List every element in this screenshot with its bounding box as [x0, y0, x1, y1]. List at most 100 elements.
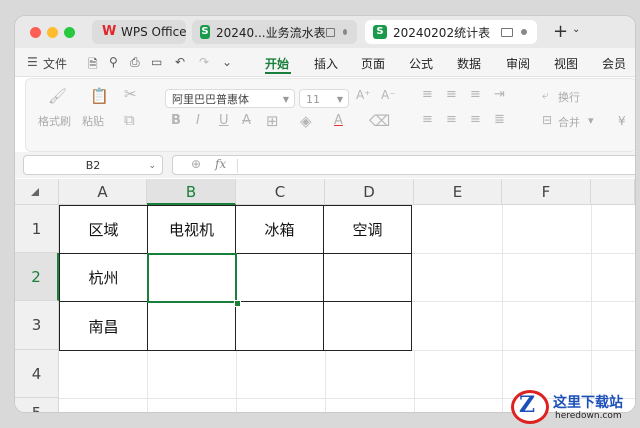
row-header-1[interactable]: 1: [15, 205, 59, 253]
font-name-value: 阿里巴巴普惠体: [172, 93, 249, 106]
strikethrough-icon[interactable]: A: [242, 113, 251, 128]
font-name-select[interactable]: 阿里巴巴普惠体 ▼: [165, 89, 295, 108]
link-icon[interactable]: ⚲: [109, 55, 118, 69]
name-box[interactable]: B2 ⌄: [23, 155, 163, 175]
close-window-button[interactable]: [30, 27, 41, 38]
cell-c3[interactable]: [235, 301, 324, 351]
cell-b3[interactable]: [147, 301, 236, 351]
wrap-text-icon[interactable]: ⤶: [542, 88, 549, 103]
new-tab-plus-icon[interactable]: +: [553, 21, 568, 42]
align-top-icon[interactable]: ≡: [422, 87, 433, 102]
zoom-icon[interactable]: ⊕: [191, 157, 201, 171]
column-header-e[interactable]: E: [414, 179, 502, 205]
indent-icon[interactable]: ⇥: [494, 87, 505, 102]
hamburger-icon[interactable]: ☰: [27, 55, 38, 69]
chevron-down-icon[interactable]: ⌄: [222, 55, 232, 69]
column-header-b[interactable]: B: [147, 179, 236, 205]
row-header-2[interactable]: 2: [15, 253, 59, 301]
menu-file[interactable]: 文件: [43, 55, 67, 72]
monitor-icon[interactable]: [325, 27, 335, 37]
undo-icon[interactable]: ↶: [175, 55, 185, 69]
chevron-down-icon: ⌄: [148, 161, 156, 171]
print-preview-icon[interactable]: ⎙: [130, 55, 140, 70]
menu-page[interactable]: 页面: [361, 55, 385, 72]
cell-a1[interactable]: 区域: [59, 205, 148, 254]
tab-statistics[interactable]: S 20240202统计表: [365, 20, 537, 44]
align-left-icon[interactable]: ≡: [422, 112, 433, 127]
column-header-a[interactable]: A: [59, 179, 147, 205]
redo-icon[interactable]: ↷: [199, 55, 209, 69]
menu-view[interactable]: 视图: [554, 55, 578, 72]
font-size-select[interactable]: 11 ▼: [299, 89, 349, 108]
cell-d2[interactable]: [323, 253, 412, 302]
align-right-icon[interactable]: ≡: [470, 112, 481, 127]
spreadsheet-grid[interactable]: A B C D E F 1 2 3 4 5 区域 电视机 冰箱 空调 杭: [15, 179, 635, 412]
formula-divider: [237, 159, 238, 173]
column-header-d[interactable]: D: [325, 179, 414, 205]
save-icon[interactable]: 🗎: [88, 55, 98, 76]
chevron-down-icon[interactable]: ⌄: [572, 24, 580, 35]
row-header-5[interactable]: 5: [15, 398, 59, 412]
font-color-icon[interactable]: A: [334, 113, 343, 128]
zoom-window-button[interactable]: [64, 27, 75, 38]
merge-cells-label[interactable]: 合并: [558, 114, 580, 130]
copy-icon[interactable]: ⧉: [124, 111, 135, 129]
align-center-icon[interactable]: ≡: [446, 112, 457, 127]
formula-input[interactable]: ⊕ fx: [172, 155, 635, 175]
cell-c1[interactable]: 冰箱: [235, 205, 324, 254]
underline-icon[interactable]: U: [219, 113, 229, 128]
italic-icon[interactable]: I: [196, 113, 200, 128]
cell-d3[interactable]: [323, 301, 412, 351]
gridline: [147, 350, 148, 412]
chevron-down-icon: ▼: [282, 95, 289, 104]
eraser-icon[interactable]: ⌫: [369, 112, 390, 130]
format-painter-label[interactable]: 格式刷: [38, 113, 71, 129]
menu-home[interactable]: 开始: [265, 55, 289, 72]
cell-a3[interactable]: 南昌: [59, 301, 148, 351]
align-bottom-icon[interactable]: ≡: [470, 87, 481, 102]
cell-a2[interactable]: 杭州: [59, 253, 148, 302]
format-painter-icon[interactable]: 🖌: [48, 87, 67, 105]
spreadsheet-icon: S: [200, 25, 210, 39]
menu-insert[interactable]: 插入: [314, 55, 338, 72]
fx-icon[interactable]: fx: [215, 157, 226, 171]
menu-formula[interactable]: 公式: [409, 55, 433, 72]
menu-member[interactable]: 会员: [602, 55, 626, 72]
column-header-f[interactable]: F: [502, 179, 591, 205]
paste-label[interactable]: 粘贴: [82, 113, 104, 129]
fill-handle[interactable]: [234, 300, 241, 307]
menu-data[interactable]: 数据: [457, 55, 481, 72]
menu-review[interactable]: 审阅: [506, 55, 530, 72]
currency-format-button[interactable]: ¥: [618, 114, 626, 128]
table-row: 区域 电视机 冰箱 空调: [59, 205, 412, 254]
tab-business-ledger[interactable]: S 20240...业务流水表: [192, 20, 357, 44]
tab-label: 20240202统计表: [393, 25, 491, 40]
gridline: [236, 350, 237, 412]
chevron-down-icon[interactable]: ▾: [588, 114, 594, 127]
decrease-font-icon[interactable]: A⁻: [381, 88, 396, 102]
column-header-c[interactable]: C: [236, 179, 325, 205]
monitor-icon[interactable]: [501, 27, 513, 37]
cell-c2[interactable]: [235, 253, 324, 302]
cell-b1[interactable]: 电视机: [147, 205, 236, 254]
select-all-corner[interactable]: [15, 179, 59, 205]
merge-cells-icon[interactable]: ⊟: [542, 113, 552, 127]
justify-icon[interactable]: ≣: [494, 112, 505, 127]
tab-wps-office[interactable]: W WPS Office: [92, 20, 187, 44]
table-row: 南昌: [59, 301, 412, 351]
bold-icon[interactable]: B: [171, 113, 181, 128]
app-window: W WPS Office S 20240...业务流水表 S 20240202统…: [15, 16, 635, 412]
column-header-g[interactable]: [591, 179, 635, 205]
row-header-4[interactable]: 4: [15, 350, 59, 398]
border-icon[interactable]: ⊞: [266, 112, 279, 130]
print-icon[interactable]: ▭: [151, 55, 162, 69]
paste-icon[interactable]: 📋: [90, 87, 109, 105]
align-middle-icon[interactable]: ≡: [446, 87, 457, 102]
increase-font-icon[interactable]: A⁺: [356, 88, 371, 102]
wrap-text-label[interactable]: 换行: [558, 89, 580, 105]
fill-color-icon[interactable]: ◈: [300, 112, 312, 130]
row-header-3[interactable]: 3: [15, 301, 59, 350]
minimize-window-button[interactable]: [47, 27, 58, 38]
cell-d1[interactable]: 空调: [323, 205, 412, 254]
cut-icon[interactable]: ✂: [124, 85, 137, 103]
